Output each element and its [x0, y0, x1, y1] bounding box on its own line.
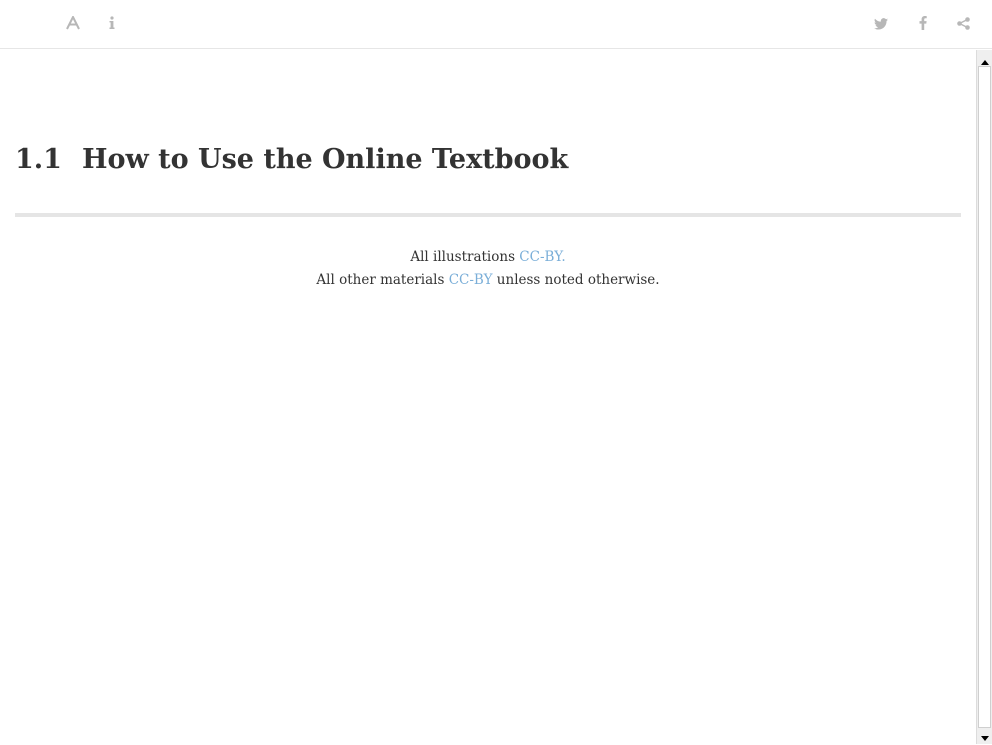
license-materials-suffix: unless noted otherwise. — [492, 272, 660, 288]
triangle-down-icon — [981, 726, 989, 745]
twitter-icon — [874, 15, 888, 34]
title-divider — [15, 213, 961, 217]
font-settings-icon — [66, 14, 80, 34]
info-button[interactable] — [100, 12, 124, 36]
facebook-share-button[interactable] — [911, 12, 935, 36]
scrollbar-thumb[interactable] — [978, 66, 991, 728]
share-icon — [956, 15, 970, 34]
main-content: 1.1 How to Use the Online Textbook All il… — [0, 50, 976, 744]
license-illustrations-text: All illustrations — [410, 249, 520, 265]
page-title: 1.1 How to Use the Online Textbook — [15, 144, 568, 175]
section-title: How to Use the Online Textbook — [81, 144, 569, 175]
info-icon — [108, 15, 116, 34]
scroll-down-arrow[interactable] — [979, 728, 991, 742]
license-line-materials: All other materials CC-BY unless noted o… — [0, 269, 976, 292]
license-line-illustrations: All illustrations CC-BY. — [0, 246, 976, 269]
cc-by-materials-link[interactable]: CC-BY — [449, 272, 493, 288]
license-materials-text: All other materials — [316, 272, 449, 288]
share-button[interactable] — [951, 12, 975, 36]
vertical-scrollbar[interactable] — [976, 50, 992, 744]
scroll-up-arrow[interactable] — [979, 52, 991, 66]
license-notice: All illustrations CC-BY. All other mater… — [0, 246, 976, 292]
top-toolbar — [0, 0, 992, 49]
font-settings-button[interactable] — [61, 12, 85, 36]
facebook-icon — [919, 15, 927, 34]
section-number: 1.1 — [15, 144, 62, 175]
twitter-share-button[interactable] — [869, 12, 893, 36]
cc-by-illustrations-link[interactable]: CC-BY. — [519, 249, 565, 265]
